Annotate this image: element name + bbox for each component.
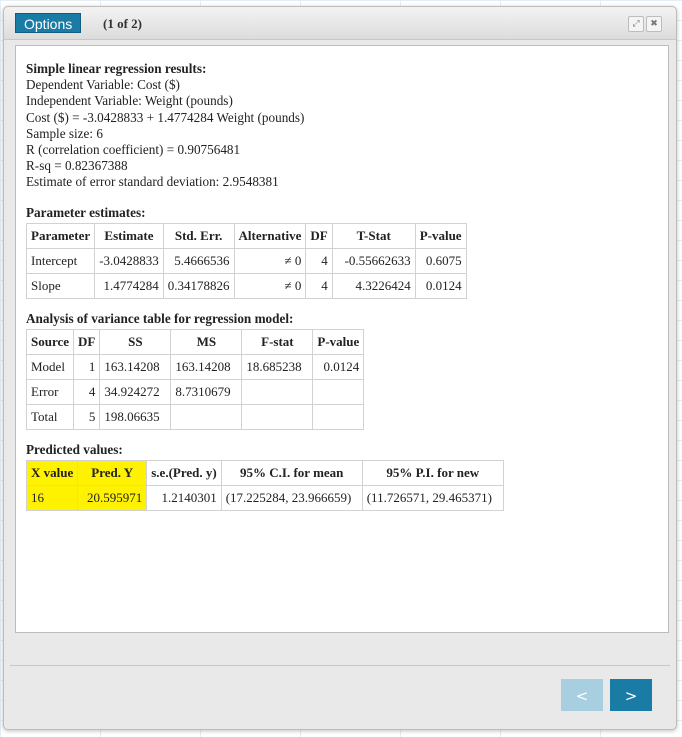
table-cell: Intercept [25, 247, 96, 274]
table-cell: 1.4774284 [94, 272, 164, 299]
table-cell: -0.55662633 [331, 247, 416, 274]
table-cell [241, 378, 314, 405]
close-icon[interactable]: ✖ [646, 16, 662, 32]
column-header: Pred. Y [77, 459, 148, 486]
summary-dependent-variable: Dependent Variable: Cost ($) [26, 77, 180, 93]
column-header: Estimate [94, 222, 164, 249]
table-cell: 20.595971 [77, 484, 148, 511]
column-header: Std. Err. [162, 222, 235, 249]
column-header: 95% C.I. for mean [220, 459, 363, 486]
table-cell [170, 403, 243, 430]
summary-equation: Cost ($) = -3.0428833 + 1.4774284 Weight… [26, 109, 305, 125]
footer-divider [10, 665, 670, 666]
anova-table: Source DF SS MS F-stat P-value Model 1 1… [25, 328, 365, 430]
column-header: 95% P.I. for new [361, 459, 504, 486]
column-header: Parameter [25, 222, 96, 249]
summary-correlation: R (correlation coefficient) = 0.90756481 [26, 142, 241, 158]
summary-r-squared: R-sq = 0.82367388 [26, 158, 128, 174]
table-cell: 163.14208 [99, 353, 172, 380]
previous-page-button[interactable]: < [561, 679, 603, 711]
column-header: T-Stat [331, 222, 416, 249]
regression-results-dialog: Options (1 of 2) ⤢ ✖ Simple linear regre… [3, 6, 677, 730]
results-panel: Simple linear regression results: Depend… [15, 45, 669, 633]
table-cell [241, 403, 314, 430]
table-cell: 0.34178826 [162, 272, 235, 299]
predicted-values-table: X value Pred. Y s.e.(Pred. y) 95% C.I. f… [25, 459, 504, 511]
table-cell: 5 [73, 403, 101, 430]
column-header: P-value [312, 328, 365, 355]
table-cell: 1.2140301 [146, 484, 222, 511]
predicted-values-title: Predicted values: [26, 441, 123, 457]
table-cell: Slope [25, 272, 96, 299]
table-cell: 4 [305, 272, 333, 299]
table-cell: 4 [305, 247, 333, 274]
table-cell: 198.06635 [99, 403, 172, 430]
table-header-row: Source DF SS MS F-stat P-value [25, 328, 365, 355]
table-header-row: Parameter Estimate Std. Err. Alternative… [25, 222, 467, 249]
column-header: Source [25, 328, 75, 355]
table-cell [312, 403, 365, 430]
table-cell: 4 [73, 378, 101, 405]
column-header: F-stat [241, 328, 314, 355]
summary-heading: Simple linear regression results: [26, 61, 207, 76]
column-header: X value [25, 459, 79, 486]
parameter-estimates-table: Parameter Estimate Std. Err. Alternative… [25, 222, 467, 299]
anova-title: Analysis of variance table for regressio… [26, 310, 294, 326]
table-cell: 0.0124 [414, 272, 467, 299]
column-header: MS [170, 328, 243, 355]
table-cell: Model [25, 353, 75, 380]
table-cell: 163.14208 [170, 353, 243, 380]
table-cell: 16 [25, 484, 79, 511]
table-cell [312, 378, 365, 405]
dialog-titlebar[interactable]: Options (1 of 2) ⤢ ✖ [4, 7, 676, 40]
table-row: Intercept -3.0428833 5.4666536 ≠ 0 4 -0.… [25, 247, 467, 274]
table-row: 16 20.595971 1.2140301 (17.225284, 23.96… [25, 484, 504, 511]
table-cell: 1 [73, 353, 101, 380]
table-cell: (11.726571, 29.465371) [361, 484, 504, 511]
next-page-button[interactable]: > [610, 679, 652, 711]
table-cell: ≠ 0 [233, 272, 307, 299]
table-cell: 0.0124 [312, 353, 365, 380]
regression-summary: Simple linear regression results: Depend… [26, 61, 658, 191]
table-cell: Total [25, 403, 75, 430]
parameter-estimates-title: Parameter estimates: [26, 204, 146, 220]
column-header: DF [305, 222, 333, 249]
table-cell: 0.6075 [414, 247, 467, 274]
table-row: Total 5 198.06635 [25, 403, 365, 430]
table-cell: 4.3226424 [331, 272, 416, 299]
table-cell: (17.225284, 23.966659) [220, 484, 363, 511]
table-cell: 8.7310679 [170, 378, 243, 405]
summary-error-sd: Estimate of error standard deviation: 2.… [26, 174, 279, 190]
table-cell: 18.685238 [241, 353, 314, 380]
column-header: DF [73, 328, 101, 355]
page-indicator: (1 of 2) [103, 16, 142, 31]
options-button[interactable]: Options [15, 13, 82, 33]
table-row: Model 1 163.14208 163.14208 18.685238 0.… [25, 353, 365, 380]
table-cell: ≠ 0 [233, 247, 307, 274]
table-cell: 5.4666536 [162, 247, 235, 274]
table-row: Slope 1.4774284 0.34178826 ≠ 0 4 4.32264… [25, 272, 467, 299]
column-header: s.e.(Pred. y) [146, 459, 222, 486]
table-row: Error 4 34.924272 8.7310679 [25, 378, 365, 405]
column-header: SS [99, 328, 172, 355]
expand-icon[interactable]: ⤢ [628, 16, 644, 32]
table-cell: 34.924272 [99, 378, 172, 405]
table-cell: -3.0428833 [94, 247, 164, 274]
summary-independent-variable: Independent Variable: Weight (pounds) [26, 93, 233, 109]
column-header: Alternative [233, 222, 307, 249]
summary-sample-size: Sample size: 6 [26, 125, 103, 141]
table-cell: Error [25, 378, 75, 405]
column-header: P-value [414, 222, 467, 249]
table-header-row: X value Pred. Y s.e.(Pred. y) 95% C.I. f… [25, 459, 504, 486]
